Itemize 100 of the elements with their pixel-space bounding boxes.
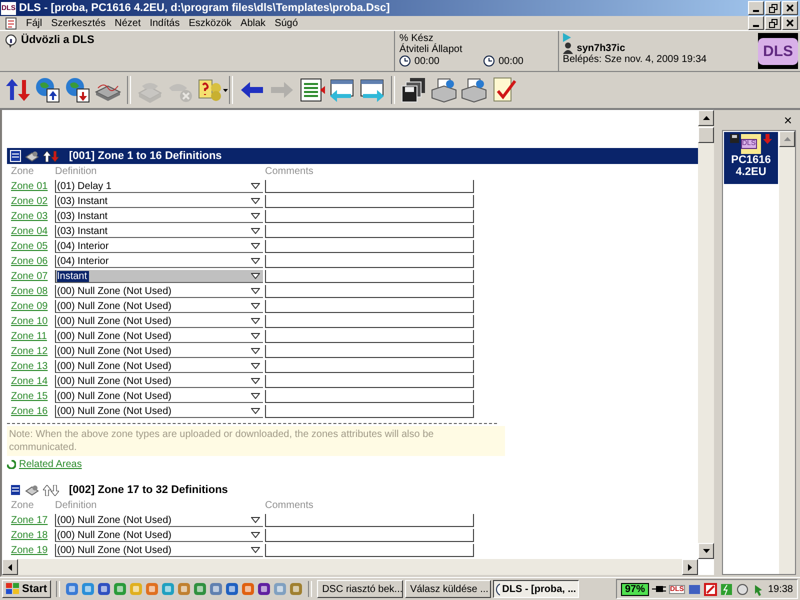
zone-link[interactable]: Zone 18 [11, 528, 53, 543]
definition-dropdown[interactable]: (00) Null Zone (Not Used) [55, 529, 263, 542]
comment-field[interactable] [265, 255, 474, 268]
scroll-down-icon[interactable] [702, 549, 710, 553]
zone-link[interactable]: Zone 14 [11, 374, 53, 389]
zone-link[interactable]: Zone 13 [11, 359, 53, 374]
comment-field[interactable] [265, 390, 474, 403]
zone-link[interactable]: Zone 06 [11, 254, 53, 269]
start-button[interactable]: Start [2, 580, 52, 598]
restore-button[interactable] [765, 1, 781, 15]
power-icon[interactable] [720, 582, 733, 596]
menu-item[interactable]: Ablak [240, 18, 266, 28]
comment-field[interactable] [265, 240, 474, 253]
zone-link[interactable]: Zone 12 [11, 344, 53, 359]
zone-link[interactable]: Zone 17 [11, 513, 53, 528]
zone-link[interactable]: Zone 07 [11, 269, 53, 284]
zone-link[interactable]: Zone 11 [11, 329, 53, 344]
floppy-disks-icon[interactable] [400, 76, 428, 104]
globe-upload-icon[interactable] [34, 76, 62, 104]
definition-dropdown[interactable]: (03) Instant [55, 195, 263, 208]
column-header: Comments [265, 499, 314, 513]
menu-item[interactable]: Súgó [274, 18, 298, 28]
close-button[interactable] [782, 1, 798, 15]
modem-icon [25, 484, 39, 496]
definition-dropdown[interactable]: Instant [55, 270, 263, 283]
comment-field[interactable] [265, 529, 474, 542]
definition-dropdown[interactable]: (00) Null Zone (Not Used) [55, 360, 263, 373]
close-icon [786, 4, 794, 12]
close-button[interactable]: × [784, 112, 796, 128]
definition-dropdown[interactable]: (04) Interior [55, 255, 263, 268]
zone-link[interactable]: Zone 04 [11, 224, 53, 239]
definition-dropdown[interactable]: (00) Null Zone (Not Used) [55, 345, 263, 358]
caret-icon[interactable] [223, 89, 228, 92]
menu-item[interactable]: Szerkesztés [51, 18, 106, 28]
minimize-button[interactable] [748, 1, 764, 15]
comment-field[interactable] [265, 315, 474, 328]
comment-field[interactable] [265, 225, 474, 238]
vertical-scrollbar[interactable] [698, 110, 714, 559]
zone-link[interactable]: Zone 10 [11, 314, 53, 329]
antivirus-icon[interactable] [704, 582, 717, 596]
comment-field[interactable] [265, 210, 474, 223]
zone-link[interactable]: Zone 19 [11, 543, 53, 558]
definition-dropdown[interactable]: (03) Instant [55, 225, 263, 238]
definition-dropdown[interactable]: (00) Null Zone (Not Used) [55, 285, 263, 298]
definition-dropdown[interactable]: (00) Null Zone (Not Used) [55, 330, 263, 343]
comment-field[interactable] [265, 330, 474, 343]
printer-icon[interactable] [430, 76, 458, 104]
comment-field[interactable] [265, 195, 474, 208]
zone-link[interactable]: Zone 16 [11, 404, 53, 419]
comment-field[interactable] [265, 345, 474, 358]
panel-label: PC1616 [731, 154, 771, 166]
zone-link[interactable]: Zone 03 [11, 209, 53, 224]
comment-field[interactable] [265, 405, 474, 418]
zone-link[interactable]: Zone 09 [11, 299, 53, 314]
definition-dropdown[interactable]: (01) Delay 1 [55, 180, 263, 193]
comment-field[interactable] [265, 375, 474, 388]
zone-link[interactable]: Zone 15 [11, 389, 53, 404]
restore-button[interactable] [765, 16, 781, 30]
definition-dropdown[interactable]: (00) Null Zone (Not Used) [55, 300, 263, 313]
menu-item[interactable]: Fájl [26, 18, 42, 28]
comment-field[interactable] [265, 360, 474, 373]
zone-link[interactable]: Zone 08 [11, 284, 53, 299]
related-areas-link[interactable]: Related Areas [19, 457, 82, 472]
close-button[interactable] [782, 16, 798, 30]
menu-item[interactable]: Eszközök [188, 18, 232, 28]
definition-dropdown[interactable]: (00) Null Zone (Not Used) [55, 405, 263, 418]
definition-dropdown[interactable]: (04) Interior [55, 240, 263, 253]
list-icon[interactable] [298, 76, 326, 104]
minimize-button[interactable] [748, 16, 764, 30]
scroll-left-icon[interactable] [8, 564, 12, 570]
definition-dropdown[interactable]: (00) Null Zone (Not Used) [55, 315, 263, 328]
printer-icon[interactable] [460, 76, 488, 104]
horizontal-scrollbar[interactable] [2, 559, 698, 575]
definition-dropdown[interactable]: (00) Null Zone (Not Used) [55, 514, 263, 527]
taskbar-button[interactable]: Válasz küldése ... [405, 580, 492, 598]
document-icon [10, 484, 21, 496]
taskbar-button[interactable]: DSC riasztó bek... [317, 580, 404, 598]
zone-link[interactable]: Zone 05 [11, 239, 53, 254]
comment-field[interactable] [265, 300, 474, 313]
menu-item[interactable]: Nézet [114, 18, 141, 28]
comment-field[interactable] [265, 180, 474, 193]
comment-field[interactable] [265, 285, 474, 298]
globe-download-icon[interactable] [64, 76, 92, 104]
transfer-label: Átviteli Állapot [399, 44, 464, 55]
scroll-right-icon[interactable] [688, 564, 692, 570]
comment-field[interactable] [265, 544, 474, 557]
zone-link[interactable]: Zone 02 [11, 194, 53, 209]
scroll-up-icon[interactable] [702, 116, 710, 120]
menu-item[interactable]: Indítás [150, 18, 180, 28]
scroll-thumb[interactable] [698, 127, 714, 143]
comment-field[interactable] [265, 514, 474, 527]
modem-icon [25, 150, 39, 162]
definition-dropdown[interactable]: (00) Null Zone (Not Used) [55, 544, 263, 557]
panel-label: 4.2EU [736, 166, 766, 178]
taskbar-button[interactable]: DLS - [proba, ... [493, 580, 580, 598]
definition-dropdown[interactable]: (00) Null Zone (Not Used) [55, 390, 263, 403]
definition-dropdown[interactable]: (00) Null Zone (Not Used) [55, 375, 263, 388]
comment-field[interactable] [265, 270, 474, 283]
zone-link[interactable]: Zone 01 [11, 179, 53, 194]
definition-dropdown[interactable]: (03) Instant [55, 210, 263, 223]
